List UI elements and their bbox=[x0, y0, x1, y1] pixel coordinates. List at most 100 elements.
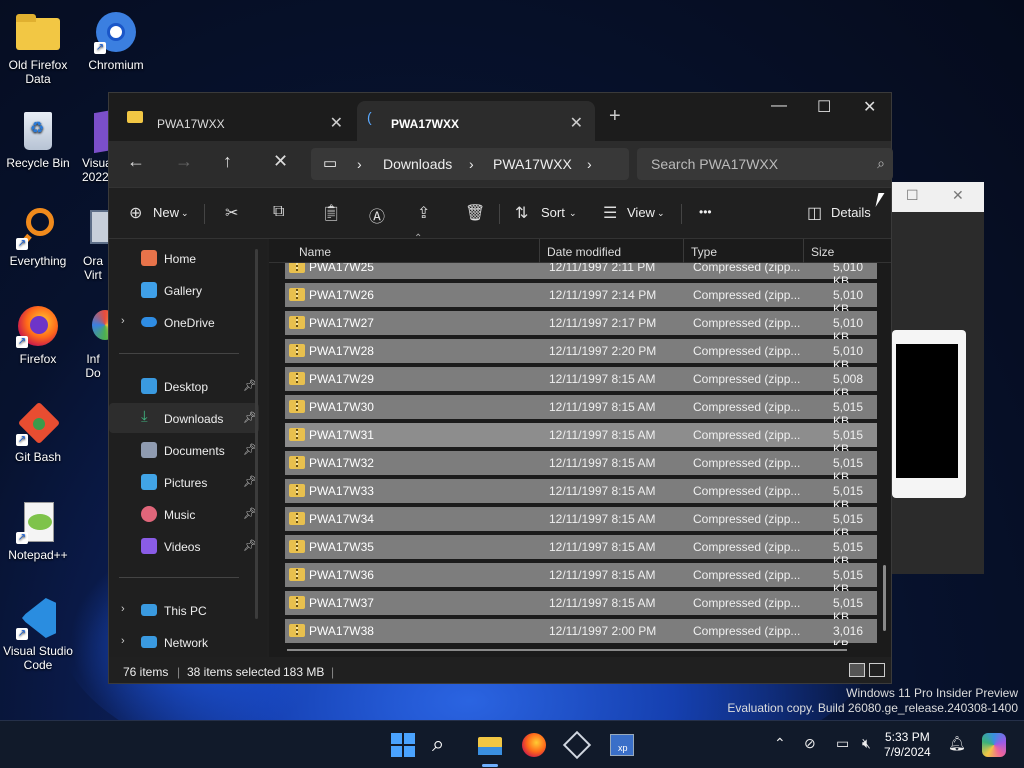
table-row[interactable]: PWA17W35 12/11/1997 8:15 AM Compressed (zi… bbox=[285, 535, 877, 568]
show-hidden-icons-chevron[interactable]: ⌃ bbox=[774, 735, 786, 752]
breadcrumb-expand-chevron[interactable]: › bbox=[587, 156, 592, 172]
view-button[interactable]: View bbox=[627, 205, 655, 220]
table-row[interactable]: PWA17W29 12/11/1997 8:15 AM Compressed (zi… bbox=[285, 367, 877, 400]
volume-muted-icon[interactable]: 🔇︎ bbox=[862, 735, 871, 752]
display-icon[interactable]: ▭ bbox=[836, 735, 849, 752]
sidebar-item-pictures[interactable]: Pictures 📌︎ bbox=[109, 467, 259, 497]
chevron-down-icon[interactable]: ⌄ bbox=[181, 208, 189, 219]
delete-icon[interactable]: 🗑︎ bbox=[465, 203, 485, 223]
file-name: PWA17W37 bbox=[309, 596, 374, 610]
paste-icon[interactable]: 📋︎ bbox=[321, 203, 341, 223]
table-row[interactable]: PWA17W28 12/11/1997 2:20 PM Compressed (zi… bbox=[285, 339, 877, 372]
sidebar-item-this-pc[interactable]: › This PC bbox=[109, 595, 259, 625]
sidebar-item-network[interactable]: › Network bbox=[109, 627, 259, 657]
table-row[interactable]: PWA17W32 12/11/1997 8:15 AM Compressed (zi… bbox=[285, 451, 877, 484]
copilot-icon[interactable] bbox=[982, 733, 1006, 757]
maximize-button[interactable]: ☐ bbox=[817, 97, 831, 117]
vm-icon[interactable]: xp bbox=[608, 731, 636, 759]
background-window[interactable]: ☐ ✕ bbox=[884, 182, 984, 574]
breadcrumb[interactable]: ▭ › Downloads › PWA17WXX › bbox=[311, 148, 629, 180]
table-row[interactable]: PWA17W33 12/11/1997 8:15 AM Compressed (zi… bbox=[285, 479, 877, 512]
sidebar-item-gallery[interactable]: Gallery bbox=[109, 275, 259, 305]
new-plus-icon: ⊕ bbox=[129, 205, 143, 222]
tab-pwa17wxx-1[interactable]: PWA17WXX ✕ bbox=[115, 101, 355, 141]
file-explorer-icon[interactable] bbox=[476, 731, 504, 767]
table-row[interactable]: PWA17W30 12/11/1997 8:15 AM Compressed (zi… bbox=[285, 395, 877, 428]
search-icon[interactable]: ⌕ bbox=[432, 731, 460, 759]
desktop-icon-firefox[interactable]: ↗ Firefox bbox=[0, 304, 76, 366]
table-row[interactable]: PWA17W26 12/11/1997 2:14 PM Compressed (zi… bbox=[285, 283, 877, 316]
virtualbox-icon[interactable] bbox=[562, 730, 592, 760]
horizontal-scrollbar[interactable] bbox=[287, 649, 847, 651]
table-row[interactable]: PWA17W31 12/11/1997 8:15 AM Compressed (zi… bbox=[285, 423, 877, 456]
table-row[interactable]: PWA17W34 12/11/1997 8:15 AM Compressed (zi… bbox=[285, 507, 877, 540]
file-explorer-window[interactable]: PWA17WXX ✕ ( PWA17WXX ✕ + — ☐ ✕ ← → ↑ ✕ … bbox=[108, 92, 893, 684]
table-row[interactable]: PWA17W37 12/11/1997 8:15 AM Compressed (zi… bbox=[285, 591, 877, 624]
sidebar-item-home[interactable]: Home bbox=[109, 243, 259, 273]
firefox-icon[interactable] bbox=[520, 731, 548, 759]
tab-close-icon[interactable]: ✕ bbox=[570, 113, 583, 133]
table-row[interactable]: PWA17W38 12/11/1997 2:00 PM Compressed (zi… bbox=[285, 619, 877, 645]
tab-close-icon[interactable]: ✕ bbox=[330, 113, 343, 133]
cut-icon[interactable]: ✂ bbox=[225, 203, 238, 223]
notification-bell-icon[interactable]: 🔔︎ bbox=[948, 735, 966, 752]
desktop-icon-git-bash[interactable]: ↗ Git Bash bbox=[0, 401, 76, 464]
sidebar-item-music[interactable]: Music 📌︎ bbox=[109, 499, 259, 529]
new-tab-button[interactable]: + bbox=[609, 105, 621, 128]
desktop-icon-app[interactable]: Inf Do bbox=[78, 304, 108, 380]
desktop-icon-recycle-bin[interactable]: ♻ Recycle Bin bbox=[0, 108, 76, 170]
vertical-scrollbar[interactable] bbox=[883, 565, 886, 631]
stop-button[interactable]: ✕ bbox=[273, 151, 288, 172]
desktop-icon-chromium[interactable]: ↗ Chromium bbox=[78, 10, 154, 72]
chevron-down-icon[interactable]: ⌄ bbox=[657, 208, 665, 219]
chevron-down-icon[interactable]: ⌄ bbox=[569, 208, 577, 219]
desktop-icon-old-firefox-data[interactable]: Old Firefox Data bbox=[0, 10, 76, 86]
maximize-icon[interactable]: ☐ bbox=[906, 187, 919, 204]
sidebar-item-documents[interactable]: Documents 📌︎ bbox=[109, 435, 259, 465]
up-button[interactable]: ↑ bbox=[223, 151, 232, 172]
chevron-right-icon[interactable]: › bbox=[121, 603, 125, 615]
desktop-icon-everything[interactable]: ↗ Everything bbox=[0, 206, 76, 268]
minimize-button[interactable]: — bbox=[771, 97, 787, 115]
sidebar-item-videos[interactable]: Videos 📌︎ bbox=[109, 531, 259, 561]
close-button[interactable]: ✕ bbox=[863, 97, 876, 117]
search-input[interactable]: Search PWA17WXX ⌕ bbox=[637, 148, 893, 180]
column-header-type[interactable]: Type bbox=[691, 245, 717, 259]
breadcrumb-downloads[interactable]: Downloads bbox=[383, 156, 452, 172]
network-disconnected-icon[interactable]: ⊘ bbox=[804, 735, 816, 752]
desktop-icon-notepad-plus-plus[interactable]: ↗ Notepad++ bbox=[0, 500, 76, 562]
details-view-icon[interactable] bbox=[849, 663, 865, 677]
back-button[interactable]: ← bbox=[127, 151, 145, 172]
table-row[interactable]: PWA17W27 12/11/1997 2:17 PM Compressed (zi… bbox=[285, 311, 877, 344]
forward-button[interactable]: → bbox=[175, 151, 193, 172]
rename-icon[interactable]: Ⓐ bbox=[369, 203, 385, 227]
sidebar-item-desktop[interactable]: Desktop 📌︎ bbox=[109, 371, 259, 401]
breadcrumb-pwa17wxx[interactable]: PWA17WXX bbox=[493, 156, 572, 172]
command-bar: ⊕ New ⌄ ✂ ⧉ 📋︎ Ⓐ ⇪ 🗑︎ ⇅ Sort ⌄ ☰ View ⌄ … bbox=[109, 187, 891, 239]
network-icon bbox=[141, 636, 157, 648]
table-row[interactable]: PWA17W36 12/11/1997 8:15 AM Compressed (zi… bbox=[285, 563, 877, 596]
start-icon[interactable] bbox=[389, 731, 417, 759]
sidebar-scrollbar[interactable] bbox=[255, 249, 258, 619]
sidebar-item-onedrive[interactable]: › OneDrive bbox=[109, 307, 259, 337]
sidebar-item-downloads[interactable]: ⤓ Downloads 📌︎ bbox=[109, 403, 259, 433]
chevron-right-icon[interactable]: › bbox=[121, 635, 125, 647]
sort-button[interactable]: Sort bbox=[541, 205, 565, 220]
column-header-date-modified[interactable]: Date modified bbox=[547, 245, 621, 259]
desktop-icon-virtualbox[interactable]: Ora Virt bbox=[78, 206, 108, 282]
share-icon[interactable]: ⇪ bbox=[417, 203, 430, 223]
tab-pwa17wxx-2[interactable]: ( PWA17WXX ✕ bbox=[357, 101, 595, 141]
close-icon[interactable]: ✕ bbox=[952, 187, 964, 204]
column-header-size[interactable]: Size bbox=[811, 245, 834, 259]
copy-icon[interactable]: ⧉ bbox=[273, 203, 284, 221]
virtualbox-icon bbox=[78, 206, 108, 250]
details-button[interactable]: Details bbox=[831, 205, 871, 220]
more-options-button[interactable]: ••• bbox=[699, 205, 712, 219]
tiles-view-icon[interactable] bbox=[869, 663, 885, 677]
table-row[interactable]: PWA17W25 12/11/1997 2:11 PM Compressed (zi… bbox=[285, 263, 877, 288]
new-button[interactable]: New bbox=[153, 205, 179, 220]
clock[interactable]: 5:33 PM 7/9/2024 bbox=[884, 730, 931, 760]
desktop-icon-vscode[interactable]: ↗ Visual Studio Code bbox=[0, 596, 76, 672]
chevron-right-icon[interactable]: › bbox=[121, 315, 125, 327]
column-header-name[interactable]: Name bbox=[299, 245, 331, 259]
